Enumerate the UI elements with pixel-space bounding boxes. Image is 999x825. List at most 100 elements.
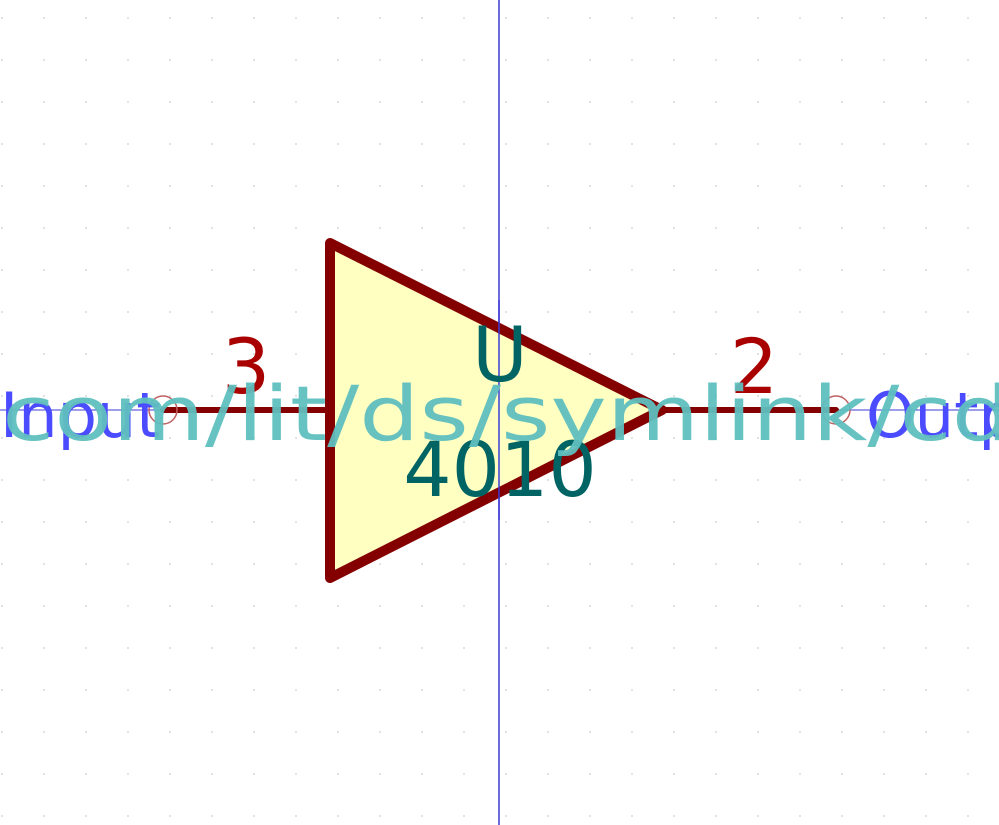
grid-dot <box>421 59 423 61</box>
grid-dot <box>43 773 45 775</box>
grid-dot <box>85 605 87 607</box>
grid-dot <box>631 143 633 145</box>
grid-dot <box>169 605 171 607</box>
grid-dot <box>337 101 339 103</box>
grid-dot <box>379 815 381 817</box>
grid-dot <box>841 269 843 271</box>
grid-dot <box>925 647 927 649</box>
grid-dot <box>631 353 633 355</box>
grid-dot <box>85 815 87 817</box>
grid-dot <box>799 185 801 187</box>
grid-dot <box>967 143 969 145</box>
grid-dot <box>673 563 675 565</box>
grid-dot <box>337 815 339 817</box>
grid-dot <box>253 521 255 523</box>
grid-dot <box>463 689 465 691</box>
grid-dot <box>463 647 465 649</box>
grid-dot <box>169 59 171 61</box>
grid-dot <box>505 773 507 775</box>
grid-dot <box>85 311 87 313</box>
grid-dot <box>43 731 45 733</box>
grid-dot <box>841 773 843 775</box>
grid-dot <box>967 101 969 103</box>
grid-dot <box>673 521 675 523</box>
grid-dot <box>253 185 255 187</box>
grid-dot <box>295 815 297 817</box>
grid-dot <box>43 521 45 523</box>
grid-dot <box>589 227 591 229</box>
grid-dot <box>85 689 87 691</box>
grid-dot <box>967 269 969 271</box>
grid-dot <box>757 815 759 817</box>
grid-dot <box>211 605 213 607</box>
grid-dot <box>841 311 843 313</box>
grid-dot <box>547 59 549 61</box>
grid-dot <box>85 17 87 19</box>
grid-dot <box>127 143 129 145</box>
grid-dot <box>673 311 675 313</box>
grid-dot <box>631 773 633 775</box>
grid-dot <box>1 521 3 523</box>
grid-dot <box>85 647 87 649</box>
grid-dot <box>757 605 759 607</box>
grid-dot <box>127 647 129 649</box>
grid-dot <box>631 185 633 187</box>
grid-dot <box>211 563 213 565</box>
grid-dot <box>673 17 675 19</box>
grid-dot <box>841 227 843 229</box>
grid-dot <box>169 269 171 271</box>
grid-dot <box>337 143 339 145</box>
grid-dot <box>85 563 87 565</box>
grid-dot <box>799 731 801 733</box>
grid-dot <box>883 59 885 61</box>
grid-dot <box>757 185 759 187</box>
grid-dot <box>799 689 801 691</box>
grid-dot <box>43 815 45 817</box>
grid-dot <box>925 227 927 229</box>
grid-dot <box>253 689 255 691</box>
grid-dot <box>967 59 969 61</box>
grid-dot <box>379 59 381 61</box>
grid-dot <box>715 647 717 649</box>
grid-dot <box>715 563 717 565</box>
grid-dot <box>631 815 633 817</box>
grid-dot <box>883 185 885 187</box>
datasheet-field[interactable]: com/lit/ds/symlink/cd <box>2 369 999 458</box>
grid-dot <box>883 143 885 145</box>
grid-dot <box>85 269 87 271</box>
grid-dot <box>421 17 423 19</box>
grid-dot <box>673 773 675 775</box>
grid-dot <box>757 731 759 733</box>
grid-dot <box>253 479 255 481</box>
grid-dot <box>1 227 3 229</box>
schematic-canvas: Input Output 3 2 U 4010 com/lit/ds/symli… <box>0 0 999 825</box>
grid-dot <box>505 269 507 271</box>
grid-dot <box>337 773 339 775</box>
grid-dot <box>211 773 213 775</box>
grid-dot <box>505 227 507 229</box>
grid-dot <box>757 17 759 19</box>
grid-dot <box>253 227 255 229</box>
grid-dot <box>673 269 675 271</box>
grid-dot <box>799 269 801 271</box>
grid-dot <box>799 353 801 355</box>
grid-dot <box>463 731 465 733</box>
grid-dot <box>757 269 759 271</box>
grid-dot <box>295 521 297 523</box>
grid-dot <box>253 605 255 607</box>
grid-dot <box>757 311 759 313</box>
grid-dot <box>211 17 213 19</box>
grid-dot <box>589 773 591 775</box>
grid-dot <box>337 689 339 691</box>
grid-dot <box>127 731 129 733</box>
grid-dot <box>883 773 885 775</box>
grid-dot <box>589 101 591 103</box>
grid-dot <box>421 143 423 145</box>
grid-dot <box>673 479 675 481</box>
grid-dot <box>547 101 549 103</box>
grid-dot <box>799 605 801 607</box>
grid-dot <box>505 605 507 607</box>
grid-dot <box>841 143 843 145</box>
grid-dot <box>715 353 717 355</box>
grid-dot <box>715 143 717 145</box>
